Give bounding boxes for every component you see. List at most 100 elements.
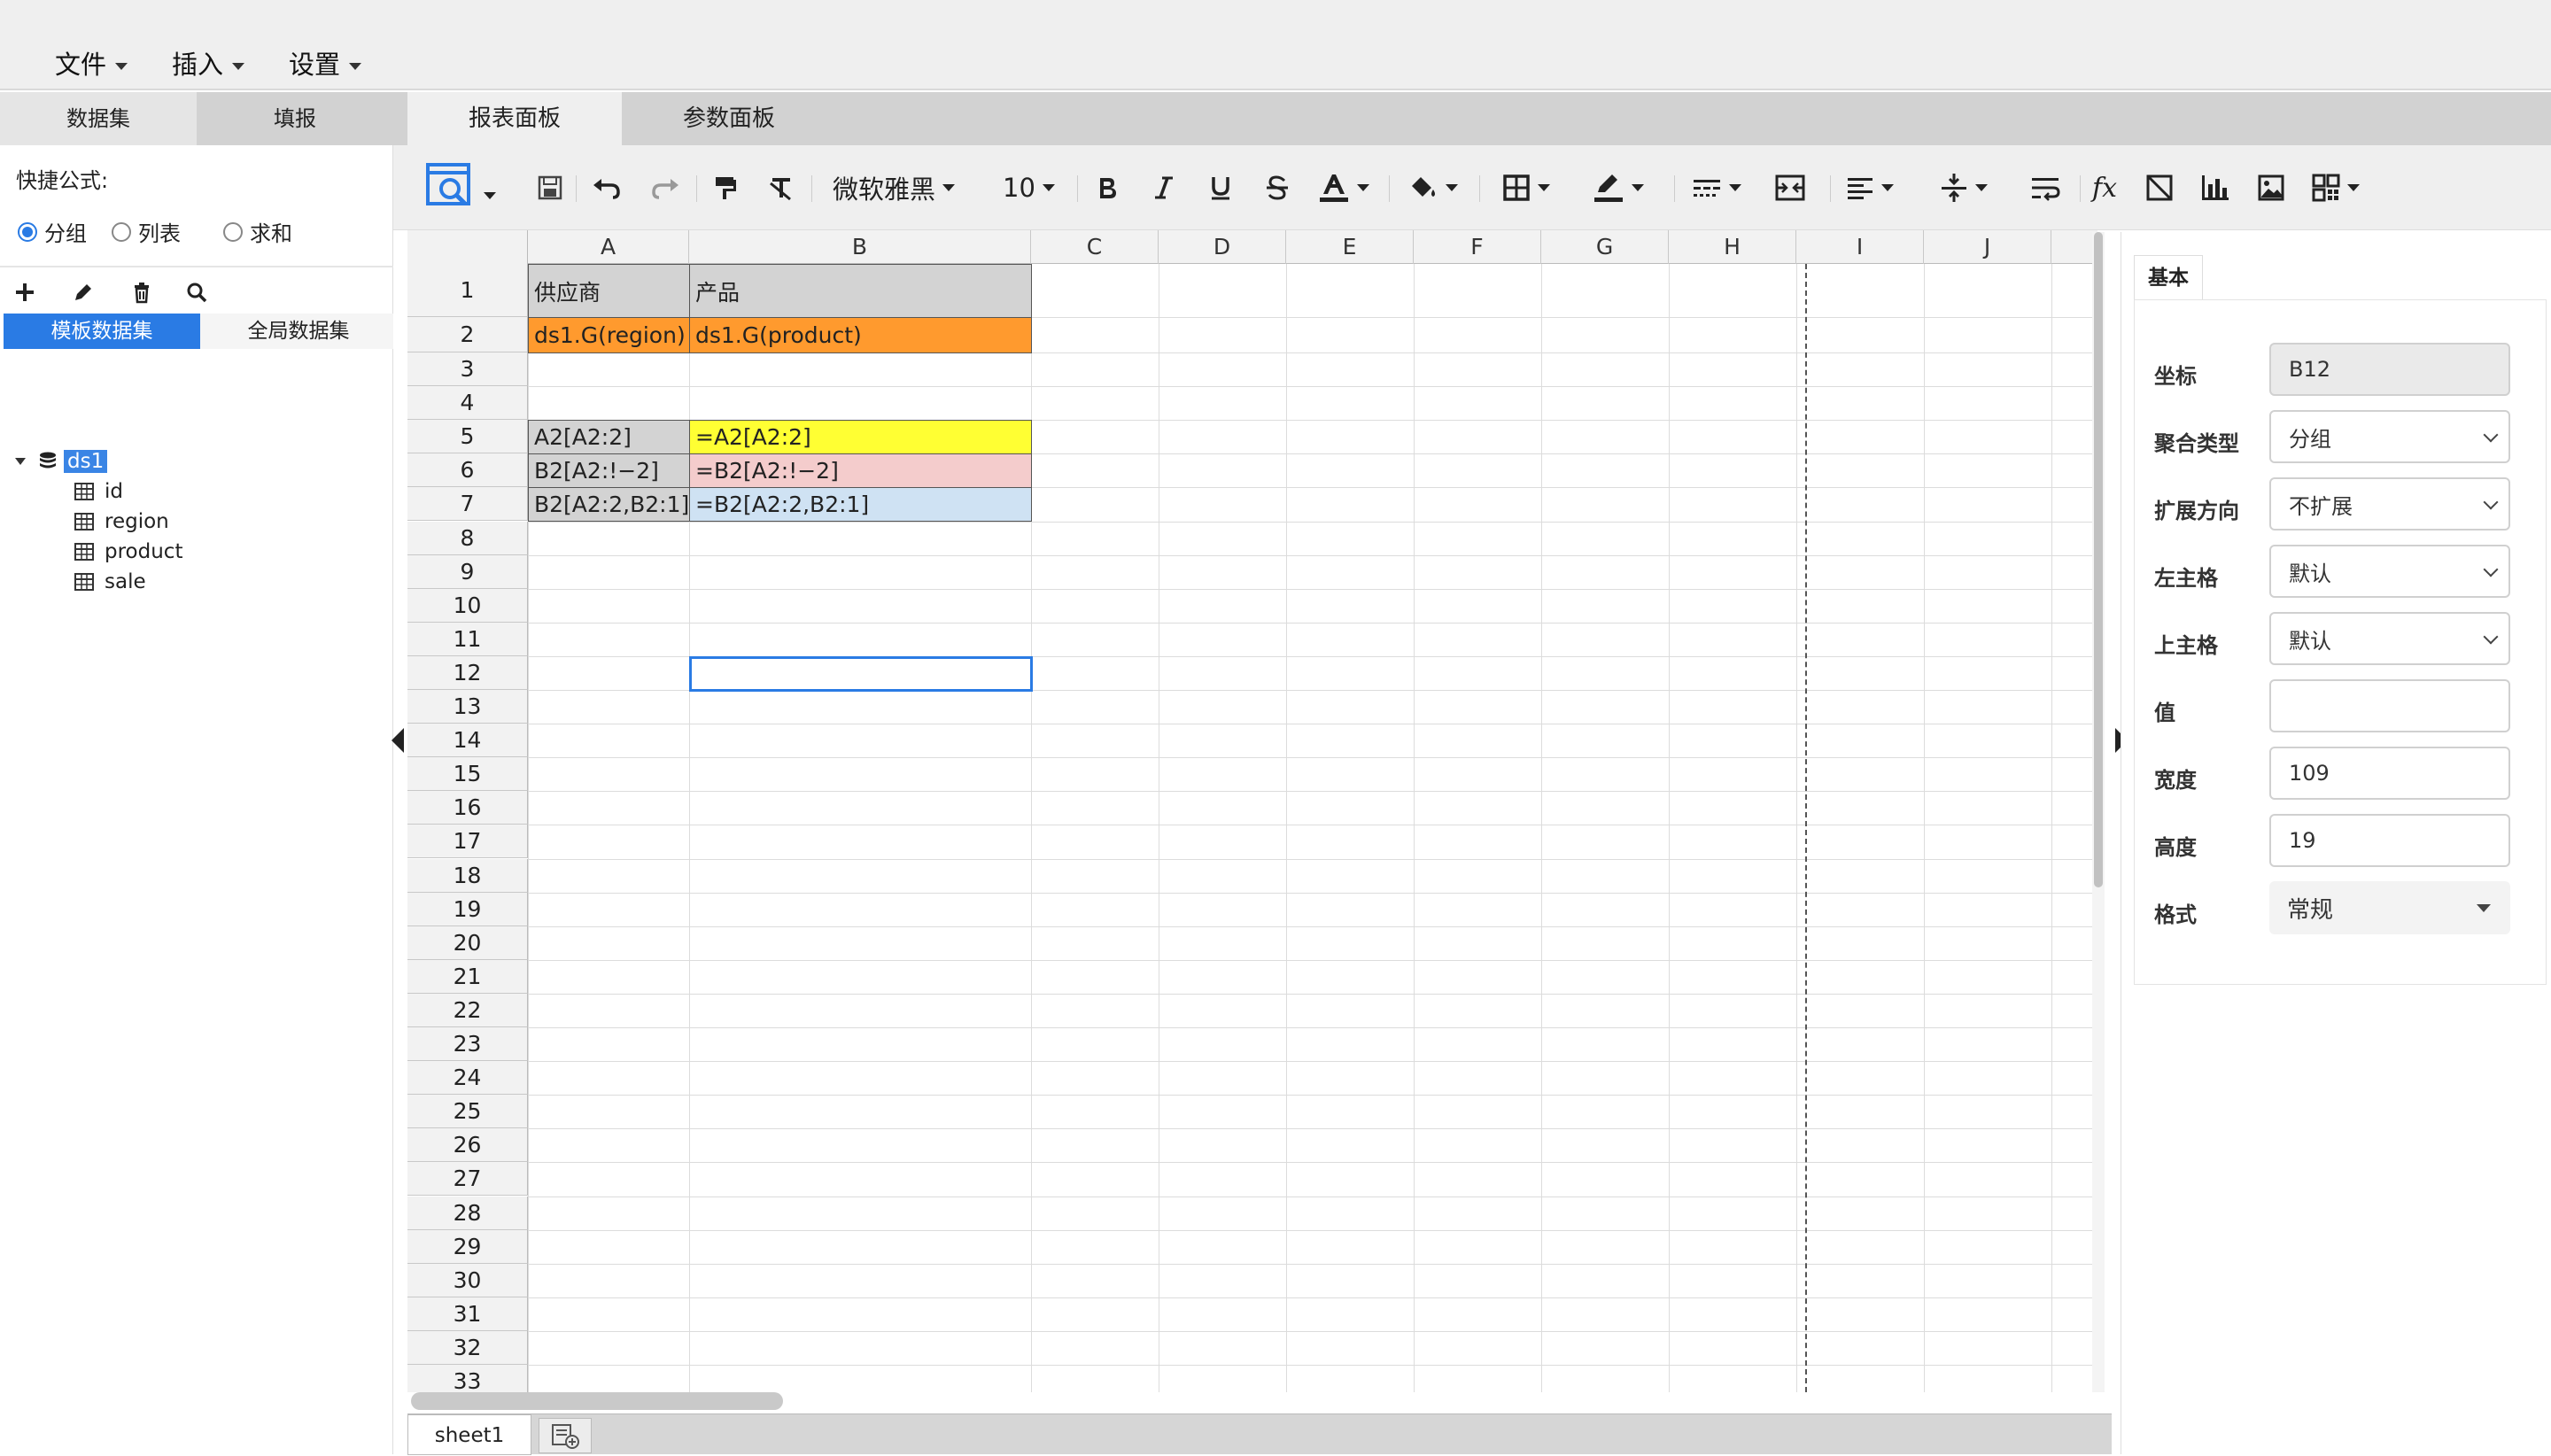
width-input[interactable]: 109 <box>2269 747 2510 800</box>
tab-basic[interactable]: 基本 <box>2134 255 2203 299</box>
font-size-select[interactable]: 10 <box>1003 145 1055 230</box>
border-style-button[interactable] <box>1692 145 1741 230</box>
vertical-align-button[interactable] <box>1940 145 1988 230</box>
row-header[interactable]: 25 <box>407 1095 528 1129</box>
row-header[interactable]: 32 <box>407 1330 528 1365</box>
vertical-scrollbar[interactable] <box>2092 232 2105 1392</box>
row-header[interactable]: 9 <box>407 554 528 589</box>
left-parent-select[interactable]: 默认 <box>2269 545 2510 598</box>
row-header[interactable]: 33 <box>407 1365 528 1392</box>
radio-sum[interactable]: 求和 <box>223 216 292 247</box>
cell-a1[interactable]: 供应商 <box>528 264 690 318</box>
strikethrough-button[interactable] <box>1265 145 1290 230</box>
row-header[interactable]: 14 <box>407 724 528 758</box>
column-header-e[interactable]: E <box>1286 230 1414 264</box>
column-header-c[interactable]: C <box>1031 230 1159 264</box>
select-all-corner[interactable] <box>407 230 528 264</box>
font-color-button[interactable] <box>1318 145 1369 230</box>
row-header[interactable]: 5 <box>407 420 528 454</box>
row-header[interactable]: 12 <box>407 655 528 690</box>
menu-settings[interactable]: 设置 <box>289 44 362 81</box>
add-icon[interactable] <box>9 276 41 308</box>
radio-group[interactable]: 分组 <box>18 216 87 247</box>
agg-type-select[interactable]: 分组 <box>2269 410 2510 463</box>
tab-dataset[interactable]: 数据集 <box>0 92 197 145</box>
tree-field-sale[interactable]: sale <box>74 570 146 593</box>
row-header[interactable]: 28 <box>407 1196 528 1230</box>
column-header-g[interactable]: G <box>1541 230 1669 264</box>
value-input[interactable] <box>2269 679 2510 732</box>
row-header[interactable]: 15 <box>407 757 528 792</box>
collapse-left-icon[interactable] <box>392 728 404 753</box>
column-header-d[interactable]: D <box>1159 230 1286 264</box>
row-header[interactable]: 10 <box>407 588 528 623</box>
tree-node-ds1[interactable]: ds1 <box>14 450 108 473</box>
column-header-f[interactable]: F <box>1414 230 1541 264</box>
top-parent-select[interactable]: 默认 <box>2269 612 2510 665</box>
undo-button[interactable] <box>592 145 622 230</box>
row-header[interactable]: 31 <box>407 1297 528 1331</box>
edit-icon[interactable] <box>67 276 99 308</box>
bold-button[interactable] <box>1095 145 1120 230</box>
row-header[interactable]: 6 <box>407 453 528 488</box>
format-select[interactable]: 常规 <box>2269 881 2510 934</box>
align-button[interactable] <box>1846 145 1894 230</box>
cell-b1[interactable]: 产品 <box>689 264 1032 318</box>
save-button[interactable] <box>537 145 563 230</box>
slash-button[interactable] <box>2145 145 2174 230</box>
row-header[interactable]: 21 <box>407 959 528 994</box>
underline-button[interactable] <box>1208 145 1233 230</box>
border-color-button[interactable] <box>1593 145 1644 230</box>
cell-a2[interactable]: ds1.G(region) <box>528 317 690 353</box>
menu-insert[interactable]: 插入 <box>172 44 245 81</box>
widget-button[interactable] <box>2312 145 2360 230</box>
cell-b5[interactable]: =A2[A2:2] <box>689 420 1032 455</box>
row-header[interactable]: 2 <box>407 317 528 352</box>
row-header[interactable]: 22 <box>407 993 528 1027</box>
radio-button[interactable] <box>223 221 243 242</box>
format-painter-button[interactable] <box>712 145 739 230</box>
selected-cell[interactable] <box>689 655 1033 692</box>
row-header[interactable]: 18 <box>407 858 528 893</box>
row-header[interactable]: 17 <box>407 825 528 859</box>
tab-param-panel[interactable]: 参数面板 <box>622 92 836 145</box>
merge-cells-button[interactable] <box>1775 145 1805 230</box>
row-header[interactable]: 8 <box>407 521 528 555</box>
formula-button[interactable]: fx <box>2092 145 2117 230</box>
menu-file[interactable]: 文件 <box>55 44 128 81</box>
column-header-i[interactable]: I <box>1796 230 1924 264</box>
border-button[interactable] <box>1502 145 1550 230</box>
wrap-text-button[interactable] <box>2030 145 2060 230</box>
tree-field-product[interactable]: product <box>74 540 182 563</box>
font-family-select[interactable]: 微软雅黑 <box>833 145 956 230</box>
row-header[interactable]: 29 <box>407 1229 528 1264</box>
image-button[interactable] <box>2257 145 2285 230</box>
search-icon[interactable] <box>181 276 213 308</box>
spreadsheet[interactable]: A B C D E F G H I J 1 2 3 4 5 6 7 8 9 10 11 12 13 14 1… <box>407 230 2097 1392</box>
row-header[interactable]: 27 <box>407 1162 528 1197</box>
cell-a6[interactable]: B2[A2:!−2] <box>528 453 690 489</box>
tree-field-region[interactable]: region <box>74 510 169 533</box>
chart-button[interactable] <box>2200 145 2230 230</box>
italic-button[interactable] <box>1151 145 1176 230</box>
sheet-tab-sheet1[interactable]: sheet1 <box>407 1414 531 1455</box>
cell-grid[interactable]: 供应商 产品 ds1.G(region) ds1.G(product) A2[A… <box>528 264 2097 1392</box>
height-input[interactable]: 19 <box>2269 814 2510 867</box>
tab-global-dataset[interactable]: 全局数据集 <box>200 314 397 349</box>
row-header[interactable]: 30 <box>407 1263 528 1297</box>
column-header-j[interactable]: J <box>1924 230 2051 264</box>
tab-template-dataset[interactable]: 模板数据集 <box>4 314 200 349</box>
cell-b2[interactable]: ds1.G(product) <box>689 317 1032 353</box>
row-header[interactable]: 24 <box>407 1061 528 1096</box>
row-header[interactable]: 19 <box>407 892 528 926</box>
caret-down-icon[interactable] <box>14 455 27 468</box>
radio-list[interactable]: 列表 <box>112 216 181 247</box>
row-header[interactable]: 7 <box>407 487 528 522</box>
row-header[interactable]: 23 <box>407 1027 528 1062</box>
delete-icon[interactable] <box>126 276 158 308</box>
row-header[interactable]: 13 <box>407 690 528 724</box>
dataset-name[interactable]: ds1 <box>64 450 108 473</box>
horizontal-scrollbar[interactable] <box>411 1392 783 1410</box>
expand-direction-select[interactable]: 不扩展 <box>2269 477 2510 531</box>
column-header-a[interactable]: A <box>528 230 689 264</box>
